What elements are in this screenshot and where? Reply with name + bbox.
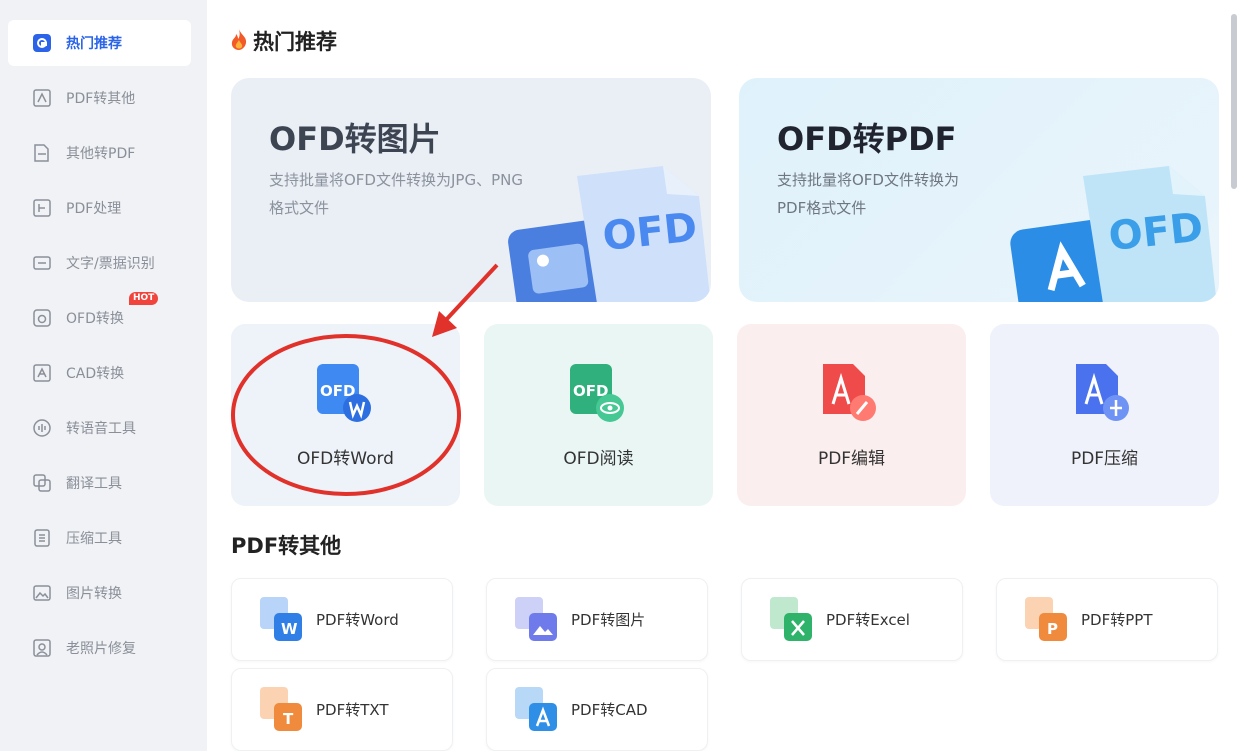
sidebar-item-compress[interactable]: 压缩工具 (8, 515, 191, 561)
translate-icon (32, 473, 52, 493)
sidebar-item-label: PDF转其他 (66, 91, 136, 107)
sidebar-item-label: 文字/票据识别 (66, 256, 155, 272)
sidebar-item-pdf-export[interactable]: PDF转其他 (8, 75, 191, 121)
sidebar-item-photo-repair[interactable]: 老照片修复 (8, 625, 191, 671)
photo-repair-icon (32, 638, 52, 658)
sidebar-item-hot[interactable]: 热门推荐 (8, 20, 191, 66)
cad-icon (32, 363, 52, 383)
sidebar-item-label: 转语音工具 (66, 421, 136, 437)
pdf-export-icon (32, 88, 52, 108)
ofd-word-icon: OFD (317, 364, 371, 422)
card-label: PDF转Word (316, 611, 399, 629)
banner-desc: 支持批量将OFD文件转换为JPG、PNG格式文件 (269, 171, 523, 217)
ofd-reader-icon: OFD (570, 364, 624, 422)
sidebar-item-pdf-process[interactable]: PDF处理 (8, 185, 191, 231)
home-icon (32, 33, 52, 53)
sidebar-item-label: OFD转换 (66, 311, 124, 327)
pdf-compress-icon (1076, 364, 1129, 421)
sidebar-item-voice[interactable]: 转语音工具 (8, 405, 191, 451)
section-title-hot: 热门推荐 (229, 26, 337, 56)
svg-text:T: T (283, 710, 294, 728)
banner-title: OFD转PDF (777, 120, 957, 158)
ofd-icon (32, 308, 52, 328)
pdf-import-icon (32, 143, 52, 163)
voice-icon (32, 418, 52, 438)
card-label: PDF转PPT (1081, 611, 1153, 629)
pdf-process-icon (32, 198, 52, 218)
pdf-ppt-icon: P (1025, 597, 1067, 641)
card-label: PDF转图片 (571, 611, 646, 629)
card-pdf-to-image[interactable]: PDF转图片 (486, 578, 708, 661)
card-pdf-to-txt[interactable]: T PDF转TXT (231, 668, 453, 751)
sidebar-item-image[interactable]: 图片转换 (8, 570, 191, 616)
compress-icon (32, 528, 52, 548)
banner-desc: 支持批量将OFD文件转换为PDF格式文件 (777, 171, 959, 217)
sidebar-item-cad[interactable]: CAD转换 (8, 350, 191, 396)
sidebar-item-ofd[interactable]: OFD转换 HOT (8, 292, 191, 341)
fire-icon (229, 27, 249, 56)
sidebar-item-pdf-import[interactable]: 其他转PDF (8, 130, 191, 176)
pdf-edit-icon (823, 364, 876, 421)
section-title-text: 热门推荐 (253, 30, 337, 54)
card-pdf-to-excel[interactable]: PDF转Excel (741, 578, 963, 661)
hot-badge: HOT (129, 292, 159, 305)
section-title-pdf: PDF转其他 (231, 530, 341, 560)
svg-text:OFD: OFD (1107, 204, 1206, 260)
card-label: PDF转CAD (571, 701, 648, 719)
sidebar: 热门推荐 PDF转其他 其他转PDF PDF处理 文字/票据识别 OFD转换 H… (0, 0, 207, 751)
sidebar-item-label: 其他转PDF (66, 146, 136, 162)
ocr-icon (32, 253, 52, 273)
sidebar-item-label: CAD转换 (66, 366, 125, 382)
pdf-cad-icon (515, 687, 557, 731)
ofd-image-illustration-icon: OFD (508, 166, 711, 302)
banner-ofd-to-pdf[interactable]: OFD转PDF 支持批量将OFD文件转换为PDF格式文件 OFD (739, 78, 1219, 302)
tile-pdf-compress[interactable]: PDF压缩 (990, 324, 1219, 506)
tile-label: PDF压缩 (1070, 449, 1139, 469)
banner-title: OFD转图片 (269, 120, 441, 158)
pdf-excel-icon (770, 597, 812, 641)
sidebar-item-label: 压缩工具 (66, 531, 122, 547)
pdf-word-icon: W (260, 597, 302, 641)
image-icon (32, 583, 52, 603)
sidebar-item-translate[interactable]: 翻译工具 (8, 460, 191, 506)
svg-text:OFD: OFD (601, 204, 700, 260)
tile-label: PDF编辑 (817, 449, 886, 469)
card-label: PDF转Excel (826, 611, 910, 629)
banner-ofd-to-image[interactable]: OFD转图片 支持批量将OFD文件转换为JPG、PNG格式文件 OFD (231, 78, 711, 302)
sidebar-item-label: 热门推荐 (66, 36, 122, 52)
sidebar-item-label: 图片转换 (66, 586, 122, 602)
scrollbar[interactable] (1231, 14, 1237, 189)
sidebar-item-label: 翻译工具 (66, 476, 122, 492)
tile-label: OFD转Word (297, 449, 394, 469)
tile-ofd-reader[interactable]: OFD OFD阅读 (484, 324, 713, 506)
card-pdf-to-cad[interactable]: PDF转CAD (486, 668, 708, 751)
tile-pdf-edit[interactable]: PDF编辑 (737, 324, 966, 506)
sidebar-item-label: 老照片修复 (66, 641, 136, 657)
svg-text:W: W (281, 620, 298, 638)
svg-text:P: P (1047, 620, 1058, 638)
card-pdf-to-ppt[interactable]: P PDF转PPT (996, 578, 1218, 661)
tile-ofd-to-word[interactable]: OFD OFD转Word (231, 324, 460, 506)
tile-label: OFD阅读 (563, 449, 634, 469)
sidebar-item-ocr[interactable]: 文字/票据识别 (8, 240, 191, 286)
pdf-txt-icon: T (260, 687, 302, 731)
sidebar-item-label: PDF处理 (66, 201, 122, 217)
card-label: PDF转TXT (316, 701, 389, 719)
ofd-pdf-illustration-icon: OFD (1010, 166, 1217, 302)
section-title-text: PDF转其他 (231, 534, 342, 558)
main-content: 热门推荐 OFD转图片 支持批量将OFD文件转换为JPG、PNG格式文件 OFD… (207, 0, 1242, 751)
card-pdf-to-word[interactable]: W PDF转Word (231, 578, 453, 661)
pdf-image-icon (515, 597, 557, 641)
